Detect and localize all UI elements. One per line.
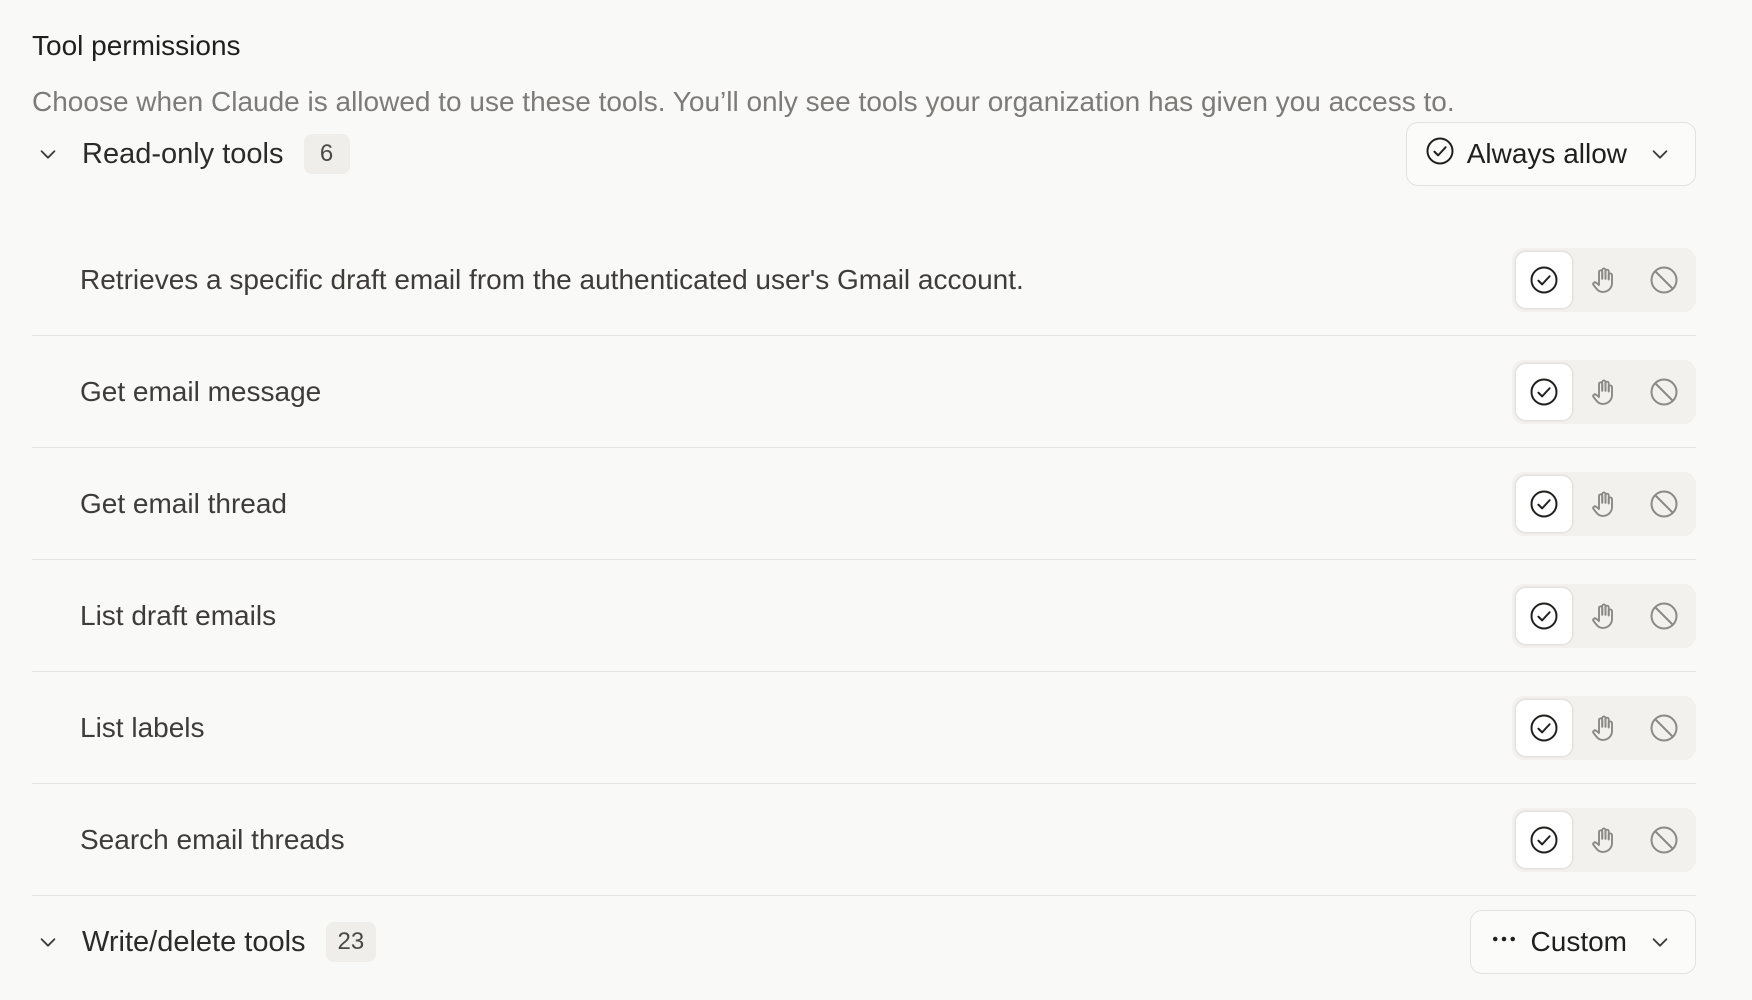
allow-option-button[interactable] xyxy=(1516,699,1572,756)
allow-option-button[interactable] xyxy=(1516,811,1572,868)
tool-row: List labels xyxy=(32,672,1696,784)
allow-option-button[interactable] xyxy=(1516,475,1572,532)
permission-segmented-control xyxy=(1512,807,1696,872)
block-icon xyxy=(1649,265,1679,295)
check-circle-icon xyxy=(1529,377,1559,407)
allow-option-button[interactable] xyxy=(1516,251,1572,308)
tool-permissions-page: Tool permissions Choose when Claude is a… xyxy=(0,0,1752,1000)
check-circle-icon xyxy=(1529,489,1559,519)
tool-row: Get email message xyxy=(32,336,1696,448)
chevron-down-icon[interactable] xyxy=(34,928,62,956)
section-title: Tool permissions xyxy=(32,30,241,61)
group-title: Read-only tools xyxy=(82,137,284,170)
allow-option-button[interactable] xyxy=(1516,587,1572,644)
block-option-button[interactable] xyxy=(1636,588,1692,644)
tool-row: Get email thread xyxy=(32,448,1696,560)
block-option-button[interactable] xyxy=(1636,700,1692,756)
tool-row: Retrieves a specific draft email from th… xyxy=(32,224,1696,336)
permission-dropdown-read-only[interactable]: Always allow xyxy=(1405,122,1696,186)
tool-label: Get email message xyxy=(80,375,322,407)
tool-label: Search email threads xyxy=(80,823,345,855)
group-title: Write/delete tools xyxy=(82,925,306,958)
group-header-read-only: Read-only tools 6 Always allow xyxy=(32,122,1696,186)
hand-icon xyxy=(1589,601,1619,631)
hand-icon xyxy=(1589,713,1619,743)
hand-icon xyxy=(1589,377,1619,407)
hand-icon xyxy=(1589,825,1619,855)
block-option-button[interactable] xyxy=(1636,476,1692,532)
block-option-button[interactable] xyxy=(1636,364,1692,420)
ellipsis-icon xyxy=(1489,924,1519,961)
ask-option-button[interactable] xyxy=(1576,364,1632,420)
chevron-down-icon xyxy=(1649,143,1671,165)
tool-row: Search email threads xyxy=(32,784,1696,896)
permission-segmented-control xyxy=(1512,247,1696,312)
ask-option-button[interactable] xyxy=(1576,588,1632,644)
group-header-write-delete: Write/delete tools 23 Custom xyxy=(32,910,1696,974)
ask-option-button[interactable] xyxy=(1576,700,1632,756)
chevron-down-icon[interactable] xyxy=(34,140,62,168)
permission-dropdown-write-delete[interactable]: Custom xyxy=(1469,910,1696,974)
tool-label: Get email thread xyxy=(80,487,287,519)
tool-label: List labels xyxy=(80,711,205,743)
block-icon xyxy=(1649,713,1679,743)
check-circle-icon xyxy=(1425,136,1455,173)
block-icon xyxy=(1649,601,1679,631)
block-icon xyxy=(1649,825,1679,855)
permission-segmented-control xyxy=(1512,471,1696,536)
check-circle-icon xyxy=(1529,825,1559,855)
permission-segmented-control xyxy=(1512,695,1696,760)
permission-segmented-control xyxy=(1512,583,1696,648)
block-icon xyxy=(1649,489,1679,519)
block-option-button[interactable] xyxy=(1636,252,1692,308)
ask-option-button[interactable] xyxy=(1576,252,1632,308)
check-circle-icon xyxy=(1529,265,1559,295)
hand-icon xyxy=(1589,265,1619,295)
tool-label: Retrieves a specific draft email from th… xyxy=(80,263,1024,295)
block-icon xyxy=(1649,377,1679,407)
permission-segmented-control xyxy=(1512,359,1696,424)
dropdown-label: Always allow xyxy=(1466,138,1627,169)
check-circle-icon xyxy=(1529,601,1559,631)
hand-icon xyxy=(1589,489,1619,519)
dropdown-label: Custom xyxy=(1530,926,1627,957)
tool-list: Retrieves a specific draft email from th… xyxy=(32,224,1696,896)
ask-option-button[interactable] xyxy=(1576,812,1632,868)
tool-row: List draft emails xyxy=(32,560,1696,672)
section-subtitle: Choose when Claude is allowed to use the… xyxy=(32,86,1455,117)
count-badge: 6 xyxy=(303,134,350,174)
chevron-down-icon xyxy=(1649,931,1671,953)
tool-label: List draft emails xyxy=(80,599,277,631)
count-badge: 23 xyxy=(325,922,377,962)
allow-option-button[interactable] xyxy=(1516,363,1572,420)
block-option-button[interactable] xyxy=(1636,812,1692,868)
check-circle-icon xyxy=(1529,713,1559,743)
ask-option-button[interactable] xyxy=(1576,476,1632,532)
